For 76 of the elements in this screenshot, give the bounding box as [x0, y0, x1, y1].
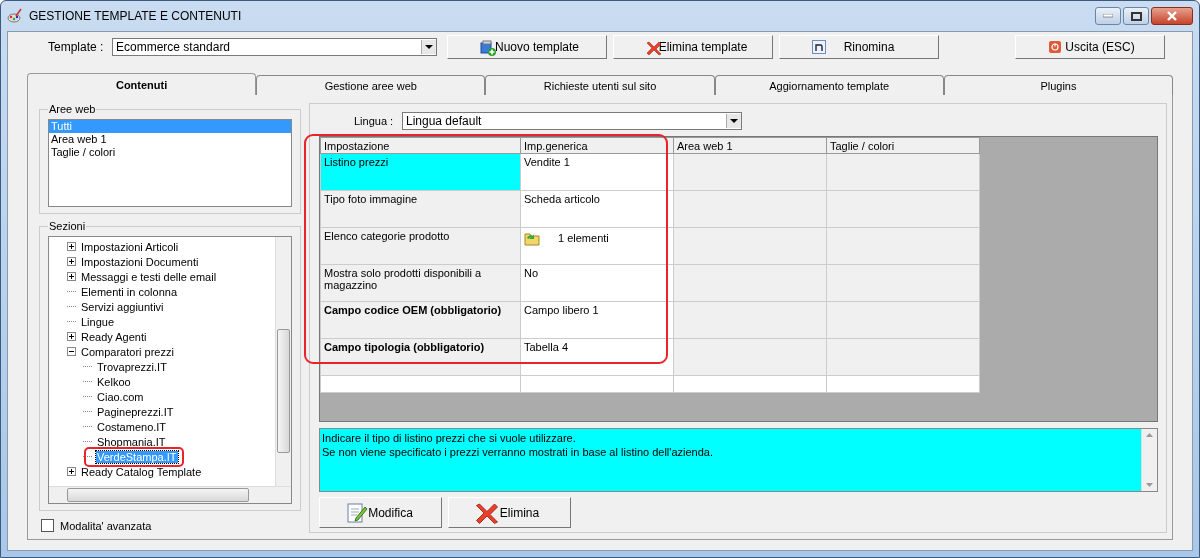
table-cell[interactable]: Vendite 1 [520, 153, 674, 191]
template-dropdown[interactable]: Ecommerce standard [112, 38, 437, 56]
expand-icon[interactable] [67, 257, 76, 266]
new-button[interactable]: Nuovo template [447, 35, 607, 59]
close-icon [1166, 11, 1178, 21]
expand-icon[interactable] [67, 332, 76, 341]
boxes-plus-icon [480, 40, 496, 56]
tree-item[interactable]: Costameno.IT [96, 420, 168, 433]
tree-item[interactable]: Shopmania.IT [96, 435, 167, 448]
table-cell[interactable]: Mostra solo prodotti disponibili a magazzino [320, 264, 521, 302]
column-header[interactable]: Area web 1 [673, 137, 827, 154]
caret-icon [730, 119, 738, 123]
expand-icon[interactable] [67, 467, 76, 476]
tree-item[interactable]: Pagineprezzi.IT [96, 405, 175, 418]
language-dropdown[interactable]: Lingua default [402, 112, 742, 130]
group-title: Aree web [48, 103, 97, 115]
close-button[interactable] [1151, 7, 1193, 25]
caret-icon [425, 45, 433, 49]
checkbox-label: Modalita' avanzata [60, 519, 152, 532]
document-pencil-icon [346, 501, 368, 525]
tree-item[interactable]: Impostazioni Documenti [80, 255, 200, 268]
description-text: Indicare il tipo di listino prezzi che si vuole utilizzare. [322, 431, 577, 445]
column-header[interactable]: Imp.generica [520, 137, 674, 154]
table-cell[interactable]: Campo libero 1 [520, 301, 674, 339]
table-cell[interactable]: Listino prezzi [320, 153, 521, 191]
window-title: GESTIONE TEMPLATE E CONTENUTI [29, 9, 242, 23]
exit-button[interactable]: Uscita (ESC) [1015, 35, 1165, 59]
tree-item[interactable]: Messaggi e testi delle email [80, 270, 218, 283]
tree-item[interactable]: Ready Catalog Template [80, 465, 203, 478]
tab[interactable]: Aggiornamento template [714, 75, 944, 95]
tree-item[interactable]: Ciao.com [96, 390, 145, 403]
minimize-icon [1103, 14, 1113, 18]
description-text: Se non viene specificato i prezzi verranno mostrati in base al listino dell'azienda. [322, 445, 714, 459]
language-label: Lingua : [354, 115, 395, 127]
list-item[interactable]: Area web 1 [49, 133, 291, 146]
table-cell[interactable]: Campo codice OEM (obbligatorio) [320, 301, 521, 339]
tree-item[interactable]: Comparatori prezzi [80, 345, 175, 358]
tab[interactable]: Contenuti [27, 73, 257, 95]
tree-item[interactable]: Elementi in colonna [80, 285, 178, 298]
letter-n-icon [812, 40, 826, 54]
tab[interactable]: Richieste utenti sul sito [485, 75, 715, 95]
tree-item[interactable]: Servizi aggiuntivi [80, 300, 165, 313]
table-cell[interactable]: Tabella 4 [520, 338, 674, 376]
group-title: Sezioni [48, 220, 87, 232]
template-label: Template : [48, 40, 105, 54]
table-cell[interactable]: Elenco categorie prodotto [320, 227, 521, 265]
tab[interactable]: Gestione aree web [256, 75, 486, 95]
list-item[interactable]: Taglie / colori [49, 146, 291, 159]
scrollbar-thumb[interactable] [277, 329, 290, 453]
rename-button[interactable]: Rinomina [779, 35, 939, 59]
expand-icon[interactable] [67, 242, 76, 251]
folder-arrow-icon [524, 230, 540, 246]
table-cell[interactable]: 1 elementi [520, 227, 674, 265]
collapse-icon[interactable] [67, 347, 76, 356]
column-header[interactable]: Impostazione [320, 137, 521, 154]
column-header[interactable]: Taglie / colori [826, 137, 980, 154]
power-icon [1048, 40, 1062, 54]
delete-button[interactable]: Elimina [448, 497, 571, 528]
maximize-icon [1130, 11, 1142, 21]
cross-icon [475, 501, 499, 525]
edit-button[interactable]: Modifica [319, 497, 442, 528]
tree-item[interactable]: Lingue [80, 315, 116, 328]
tree-item[interactable]: Impostazioni Articoli [80, 240, 180, 253]
tree-item[interactable]: Trovaprezzi.IT [96, 360, 168, 373]
checkbox[interactable] [41, 519, 54, 532]
app-icon [7, 8, 23, 24]
table-cell[interactable]: Tipo foto immagine [320, 190, 521, 228]
expand-icon[interactable] [67, 272, 76, 281]
scrollbar-thumb[interactable] [67, 488, 249, 502]
tree-item[interactable]: Ready Agenti [80, 330, 148, 343]
tab[interactable]: Plugins [943, 75, 1173, 95]
maximize-button[interactable] [1123, 7, 1149, 25]
table-cell[interactable]: Scheda articolo [520, 190, 674, 228]
tree-item[interactable]: Kelkoo [96, 375, 132, 388]
table-cell[interactable]: No [520, 264, 674, 302]
delete-button[interactable]: Elimina template [613, 35, 773, 59]
